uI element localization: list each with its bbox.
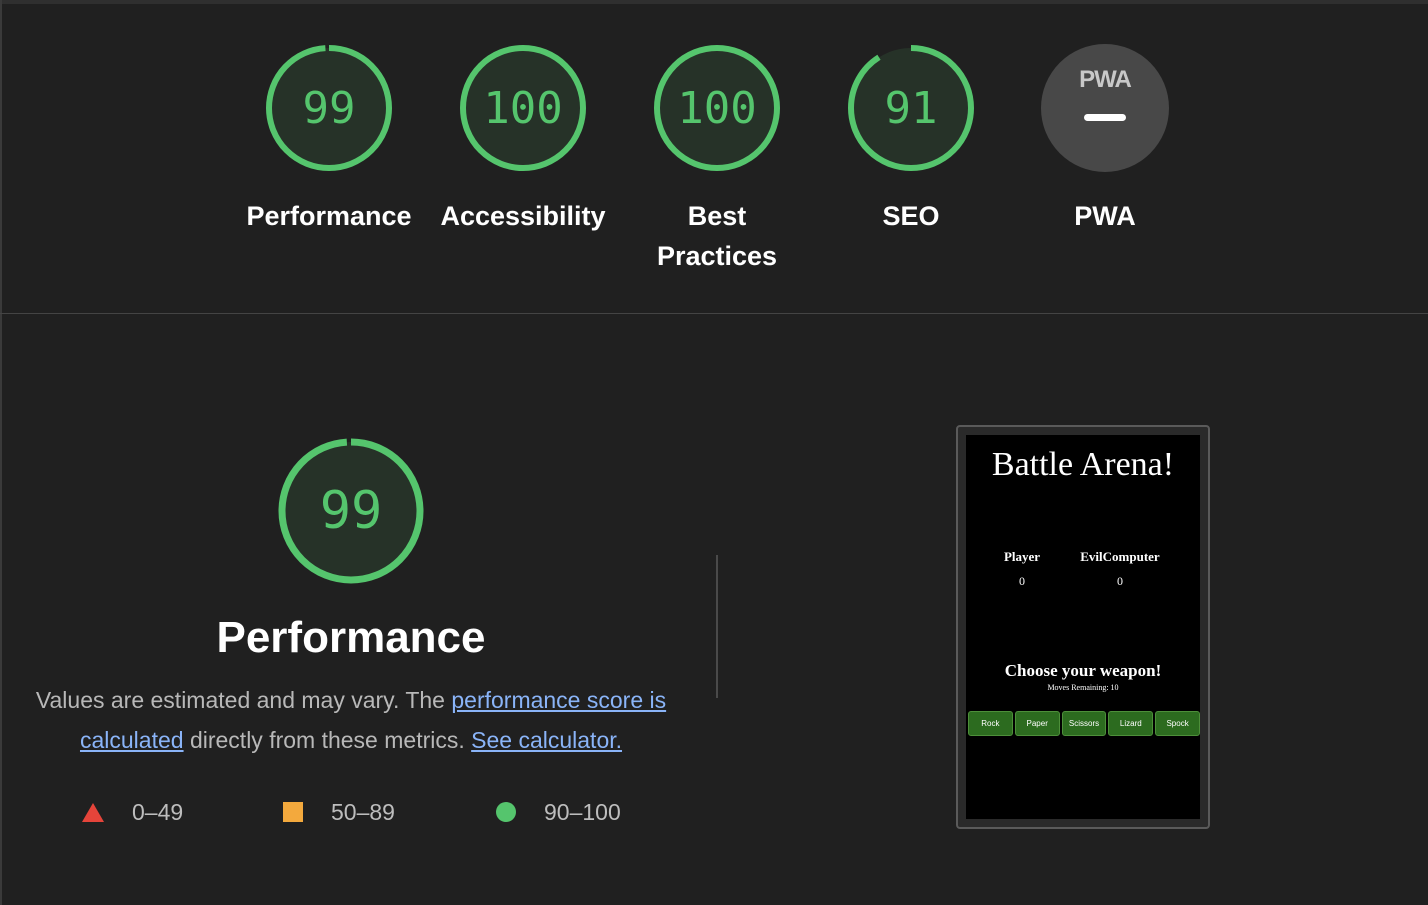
pwa-logo-icon: PWA — [1079, 66, 1132, 93]
triangle-icon — [82, 802, 104, 822]
gauge-ring: 100 — [459, 44, 587, 172]
gauge-ring: 100 — [653, 44, 781, 172]
legend-fail: 0–49 — [82, 796, 183, 828]
gauge-label: Accessibility — [440, 201, 606, 231]
window-left-border — [0, 0, 2, 905]
performance-score: 99 — [319, 481, 383, 541]
gauge-score: 100 — [677, 82, 757, 134]
gauge-score: 99 — [302, 82, 356, 134]
thumb-scissors-button: Scissors — [1061, 711, 1107, 736]
thumb-title: Battle Arena! — [991, 446, 1175, 483]
description-text: Values are estimated and may vary. The — [35, 687, 452, 713]
thumb-player-score: 0 — [1019, 574, 1025, 588]
legend-range: 90–100 — [544, 798, 621, 825]
pwa-badge: PWA — [1041, 44, 1169, 172]
performance-title: Performance — [216, 613, 486, 662]
gauge-label: Performance — [246, 201, 412, 231]
gauge-pwa[interactable]: PWA PWA — [1020, 44, 1190, 236]
square-icon — [283, 802, 303, 822]
gauge-label: SEO — [882, 201, 940, 231]
vertical-divider — [716, 555, 718, 698]
gauge-ring: 91 — [847, 44, 975, 172]
gauge-score: 91 — [884, 82, 938, 134]
legend-range: 0–49 — [132, 798, 184, 825]
screenshot-page: Battle Arena! Player 0 EvilComputer 0 Ch… — [966, 435, 1200, 819]
performance-score-gauge: 99 — [278, 438, 424, 584]
final-screenshot[interactable]: Battle Arena! Player 0 EvilComputer 0 Ch… — [956, 425, 1210, 829]
gauge-ring: 99 — [265, 44, 393, 172]
performance-description: Values are estimated and may vary. The p… — [30, 680, 672, 760]
thumb-lizard-button: Lizard — [1108, 711, 1154, 736]
gauge-accessibility[interactable]: 100 Accessibility — [438, 44, 608, 236]
thumb-weapon-buttons: Rock Paper Scissors Lizard Spock — [968, 711, 1200, 736]
circle-icon — [496, 802, 516, 822]
gauge-seo[interactable]: 91 SEO — [826, 44, 996, 236]
legend-average: 50–89 — [283, 796, 395, 828]
thumb-spock-button: Spock — [1155, 711, 1200, 736]
window-top-border — [0, 0, 1428, 4]
description-text: directly from these metrics. — [183, 727, 472, 753]
gauge-label: PWA — [1074, 201, 1136, 231]
thumb-moves: Moves Remaining: 10 — [1047, 683, 1119, 692]
not-applicable-dash-icon — [1084, 114, 1126, 121]
gauge-performance[interactable]: 99 Performance — [244, 44, 414, 236]
thumb-rock-button: Rock — [968, 711, 1013, 736]
thumb-computer-score: 0 — [1117, 574, 1123, 588]
gauge-label: Best Practices — [656, 201, 778, 271]
thumb-prompt: Choose your weapon! — [1004, 661, 1162, 680]
thumb-player-label: Player — [1003, 549, 1041, 564]
see-calculator-link[interactable]: See calculator. — [471, 727, 622, 753]
gauge-best-practices[interactable]: 100 Best Practices — [632, 44, 802, 276]
gauge-score: 100 — [483, 82, 563, 134]
legend-range: 50–89 — [331, 798, 395, 825]
section-divider — [0, 313, 1428, 314]
thumb-paper-button: Paper — [1014, 711, 1060, 736]
legend-pass: 90–100 — [496, 796, 621, 828]
thumb-computer-label: EvilComputer — [1080, 549, 1160, 564]
